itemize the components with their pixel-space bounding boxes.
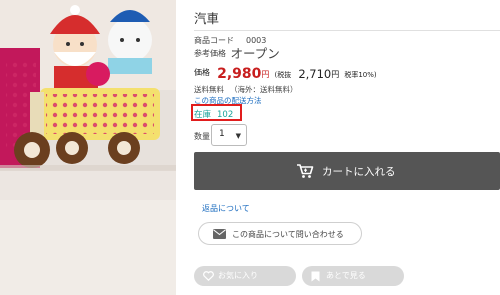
add-to-cart-label: カートに入れる bbox=[322, 166, 396, 178]
price-row: 価格 2,980円 (税抜 2,710円 税率10%) bbox=[194, 63, 377, 82]
price-excl-unit: 円 bbox=[331, 70, 340, 79]
reference-price-value: オープン bbox=[230, 46, 280, 61]
stock-label: 在庫 bbox=[194, 110, 212, 120]
quantity-label: 数量 bbox=[194, 132, 210, 141]
price-excl-tax-value: 2,710 bbox=[298, 67, 332, 81]
cart-icon bbox=[297, 164, 314, 178]
reference-price-label: 参考価格 bbox=[194, 49, 226, 58]
mail-icon bbox=[213, 229, 226, 239]
view-later-label: あとで見る bbox=[326, 271, 366, 280]
add-to-favorites-button[interactable]: お気に入り bbox=[194, 266, 296, 286]
favorites-label: お気に入り bbox=[218, 271, 258, 280]
quantity-value: 1 bbox=[219, 129, 225, 139]
bookmark-icon bbox=[311, 271, 320, 282]
shipping-row: 送料無料 （海外：送料無料） bbox=[194, 84, 298, 95]
product-photo[interactable] bbox=[0, 0, 176, 295]
heart-icon bbox=[203, 271, 214, 281]
reference-price-row: 参考価格 オープン bbox=[194, 43, 280, 62]
product-inquiry-button[interactable]: この商品について問い合わせる bbox=[198, 222, 362, 245]
tax-excluded-label: (税抜 bbox=[274, 71, 292, 79]
chevron-down-icon: ▼ bbox=[235, 132, 241, 140]
return-policy-link[interactable]: 返品について bbox=[202, 203, 250, 214]
add-to-cart-button[interactable]: カートに入れる bbox=[194, 152, 500, 190]
product-photo-art bbox=[0, 0, 176, 295]
shipping-overseas-note: （海外：送料無料） bbox=[230, 85, 298, 94]
product-title: 汽車 bbox=[194, 11, 220, 26]
product-detail: 汽車 商品コード 0003 参考価格 オープン 価格 2,980円 (税抜 2,7… bbox=[191, 0, 500, 295]
shipping-label: 送料無料 bbox=[194, 85, 224, 94]
price-value: 2,980 bbox=[217, 66, 262, 82]
quantity-select[interactable]: 1 ▼ bbox=[211, 124, 247, 146]
view-later-button[interactable]: あとで見る bbox=[302, 266, 404, 286]
title-divider bbox=[194, 30, 500, 31]
product-inquiry-label: この商品について問い合わせる bbox=[232, 230, 344, 239]
stock-row: 在庫 102 bbox=[194, 108, 233, 120]
stock-value: 102 bbox=[217, 110, 234, 120]
tax-rate-note: 税率10%) bbox=[344, 71, 377, 79]
price-label: 価格 bbox=[194, 68, 210, 77]
price-unit: 円 bbox=[261, 70, 270, 79]
